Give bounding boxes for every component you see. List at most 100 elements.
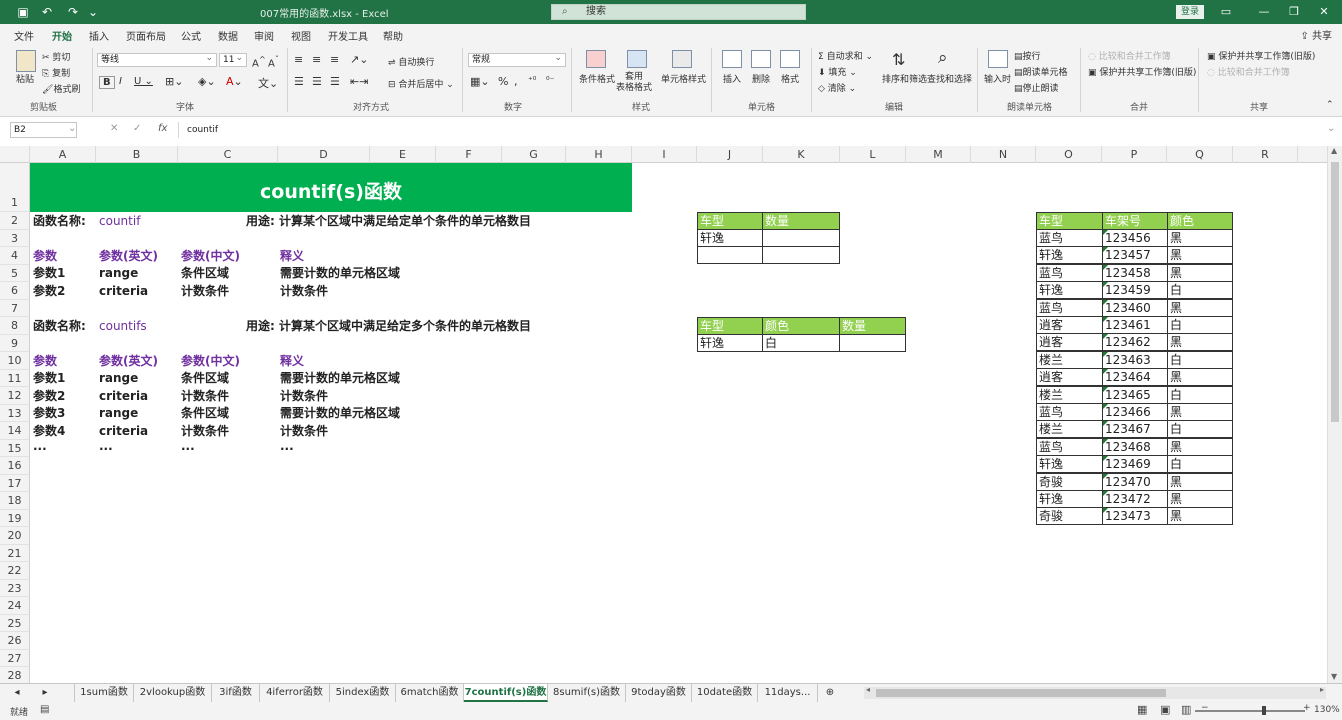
table2-header[interactable]: 数量 xyxy=(839,317,906,335)
menu-insert[interactable]: 插入 xyxy=(89,28,109,43)
sheet-tab[interactable]: 5index函数 xyxy=(330,684,396,702)
cell-b12[interactable]: criteria xyxy=(99,388,148,405)
menu-data[interactable]: 数据 xyxy=(218,28,238,43)
menu-view[interactable]: 视图 xyxy=(291,28,311,43)
cell-c10[interactable]: 参数(中文) xyxy=(181,353,240,370)
table3-cell[interactable]: 123472 xyxy=(1102,490,1168,508)
close-icon[interactable]: ✕ xyxy=(1311,2,1337,22)
protect-share-merge-button[interactable]: ▣ 保护并共享工作簿(旧版) xyxy=(1088,65,1196,78)
table3-cell[interactable]: 白 xyxy=(1167,420,1233,439)
table1-header[interactable]: 车型 xyxy=(697,212,763,230)
paste-icon[interactable] xyxy=(16,50,36,72)
align-top-button[interactable]: ≡ xyxy=(294,53,303,66)
italic-button[interactable]: I xyxy=(119,76,122,87)
title-banner[interactable]: countif(s)函数 xyxy=(30,163,632,212)
column-header[interactable]: N xyxy=(971,146,1036,163)
table3-cell[interactable]: 123463 xyxy=(1102,350,1168,369)
sheet-tab[interactable]: 11days... xyxy=(758,684,818,702)
sheet-tab[interactable]: 4iferror函数 xyxy=(260,684,330,702)
page-break-view-icon[interactable]: ▥ xyxy=(1181,703,1191,716)
table3-cell[interactable]: 黑 xyxy=(1167,263,1233,282)
table3-header[interactable]: 车型 xyxy=(1036,212,1103,230)
scroll-down-icon[interactable]: ▼ xyxy=(1331,672,1337,681)
align-middle-button[interactable]: ≡ xyxy=(312,53,321,66)
zoom-in-icon[interactable]: + xyxy=(1303,703,1311,713)
phonetic-button[interactable]: 文⌄ xyxy=(258,75,278,91)
table3-cell[interactable]: 123461 xyxy=(1102,316,1168,334)
column-header[interactable]: R xyxy=(1233,146,1298,163)
column-header[interactable]: A xyxy=(30,146,96,163)
row-header[interactable]: 3 xyxy=(0,230,30,247)
column-header[interactable]: C xyxy=(178,146,278,163)
cell-c4[interactable]: 参数(中文) xyxy=(181,248,240,265)
cell-a6[interactable]: 参数2 xyxy=(33,283,65,300)
table2-cell[interactable]: 轩逸 xyxy=(697,334,763,352)
add-sheet-icon[interactable]: ⊕ xyxy=(822,684,838,702)
copy-button[interactable]: ⎘ 复制 xyxy=(42,66,70,79)
align-left-button[interactable]: ☰ xyxy=(294,75,304,88)
conditional-format-icon[interactable] xyxy=(586,50,606,68)
cell-c13[interactable]: 条件区域 xyxy=(181,405,229,422)
by-rows-button[interactable]: ▤按行 xyxy=(1014,49,1041,62)
save-icon[interactable]: ▣ xyxy=(14,3,32,21)
table3-cell[interactable]: 蓝鸟 xyxy=(1036,263,1103,282)
cell-a2[interactable]: 函数名称: xyxy=(33,213,86,230)
expand-formula-icon[interactable]: ⌄ xyxy=(1327,123,1335,134)
format-cells-button[interactable]: 格式 xyxy=(781,72,799,85)
column-header[interactable]: E xyxy=(370,146,436,163)
cell-e2[interactable]: 用途: 计算某个区域中满足给定单个条件的单元格数目 xyxy=(246,213,531,230)
cell-c6[interactable]: 计数条件 xyxy=(181,283,229,300)
table3-cell[interactable]: 轩逸 xyxy=(1036,246,1103,265)
table1-cell[interactable] xyxy=(697,246,763,264)
zoom-slider-knob[interactable] xyxy=(1262,706,1266,715)
redo-icon[interactable]: ↷ xyxy=(64,3,82,21)
font-name-select[interactable]: 等线 xyxy=(97,52,217,67)
column-header[interactable]: H xyxy=(566,146,632,163)
table2-header[interactable]: 车型 xyxy=(697,317,763,335)
name-box[interactable]: B2 xyxy=(10,122,77,138)
login-button[interactable]: 登录 xyxy=(1176,5,1204,19)
cell-b10[interactable]: 参数(英文) xyxy=(99,353,158,370)
cell-c5[interactable]: 条件区域 xyxy=(181,265,229,282)
ribbon-display-icon[interactable]: ▭ xyxy=(1213,2,1239,22)
speak-on-enter-icon[interactable] xyxy=(988,50,1008,68)
cell-a12[interactable]: 参数2 xyxy=(33,388,65,405)
row-header[interactable]: 25 xyxy=(0,615,30,632)
conditional-format-button[interactable]: 条件格式 xyxy=(579,72,615,85)
column-header[interactable]: F xyxy=(436,146,502,163)
row-header[interactable]: 26 xyxy=(0,632,30,650)
sheet-tab[interactable]: 9today函数 xyxy=(626,684,692,702)
table-format-button[interactable]: 套用 表格格式 xyxy=(616,72,652,94)
table3-cell[interactable]: 逍客 xyxy=(1036,333,1103,352)
table3-cell[interactable]: 白 xyxy=(1167,281,1233,300)
cell-b5[interactable]: range xyxy=(99,265,138,282)
menu-file[interactable]: 文件 xyxy=(14,28,34,43)
select-all-corner[interactable] xyxy=(0,146,30,163)
decrease-decimal-button[interactable]: ⁰⁻ xyxy=(546,76,554,86)
cell-b15[interactable]: ... xyxy=(99,438,113,455)
insert-function-button[interactable]: fx xyxy=(158,123,167,134)
table3-header[interactable]: 颜色 xyxy=(1167,212,1233,230)
zoom-slider[interactable] xyxy=(1195,710,1305,712)
maximize-icon[interactable]: ❐ xyxy=(1281,2,1307,22)
scroll-right-icon[interactable]: ▸ xyxy=(1320,685,1324,694)
cell-a11[interactable]: 参数1 xyxy=(33,370,65,387)
row-header[interactable]: 19 xyxy=(0,510,30,527)
sheet-tab[interactable]: 1sum函数 xyxy=(74,684,134,702)
cell-a5[interactable]: 参数1 xyxy=(33,265,65,282)
menu-home[interactable]: 开始 xyxy=(52,28,72,47)
grow-font-button[interactable]: A^ xyxy=(252,54,266,69)
undo-icon[interactable]: ↶ xyxy=(38,3,56,21)
cell-d13[interactable]: 需要计数的单元格区域 xyxy=(280,405,400,422)
table3-cell[interactable]: 蓝鸟 xyxy=(1036,298,1103,317)
cell-d5[interactable]: 需要计数的单元格区域 xyxy=(280,265,400,282)
autosum-button[interactable]: Σ 自动求和 ⌄ xyxy=(818,49,873,62)
stop-speaking-button[interactable]: ▤停止朗读 xyxy=(1014,81,1059,94)
row-header[interactable]: 2 xyxy=(0,212,30,230)
orientation-button[interactable]: ↗⌄ xyxy=(350,53,368,66)
comma-button[interactable]: , xyxy=(514,75,518,88)
vertical-scrollbar[interactable]: ▲ ▼ xyxy=(1327,146,1342,683)
fill-button[interactable]: ⬇ 填充 ⌄ xyxy=(818,65,857,78)
row-header[interactable]: 20 xyxy=(0,527,30,545)
table3-cell[interactable]: 123468 xyxy=(1102,437,1168,456)
